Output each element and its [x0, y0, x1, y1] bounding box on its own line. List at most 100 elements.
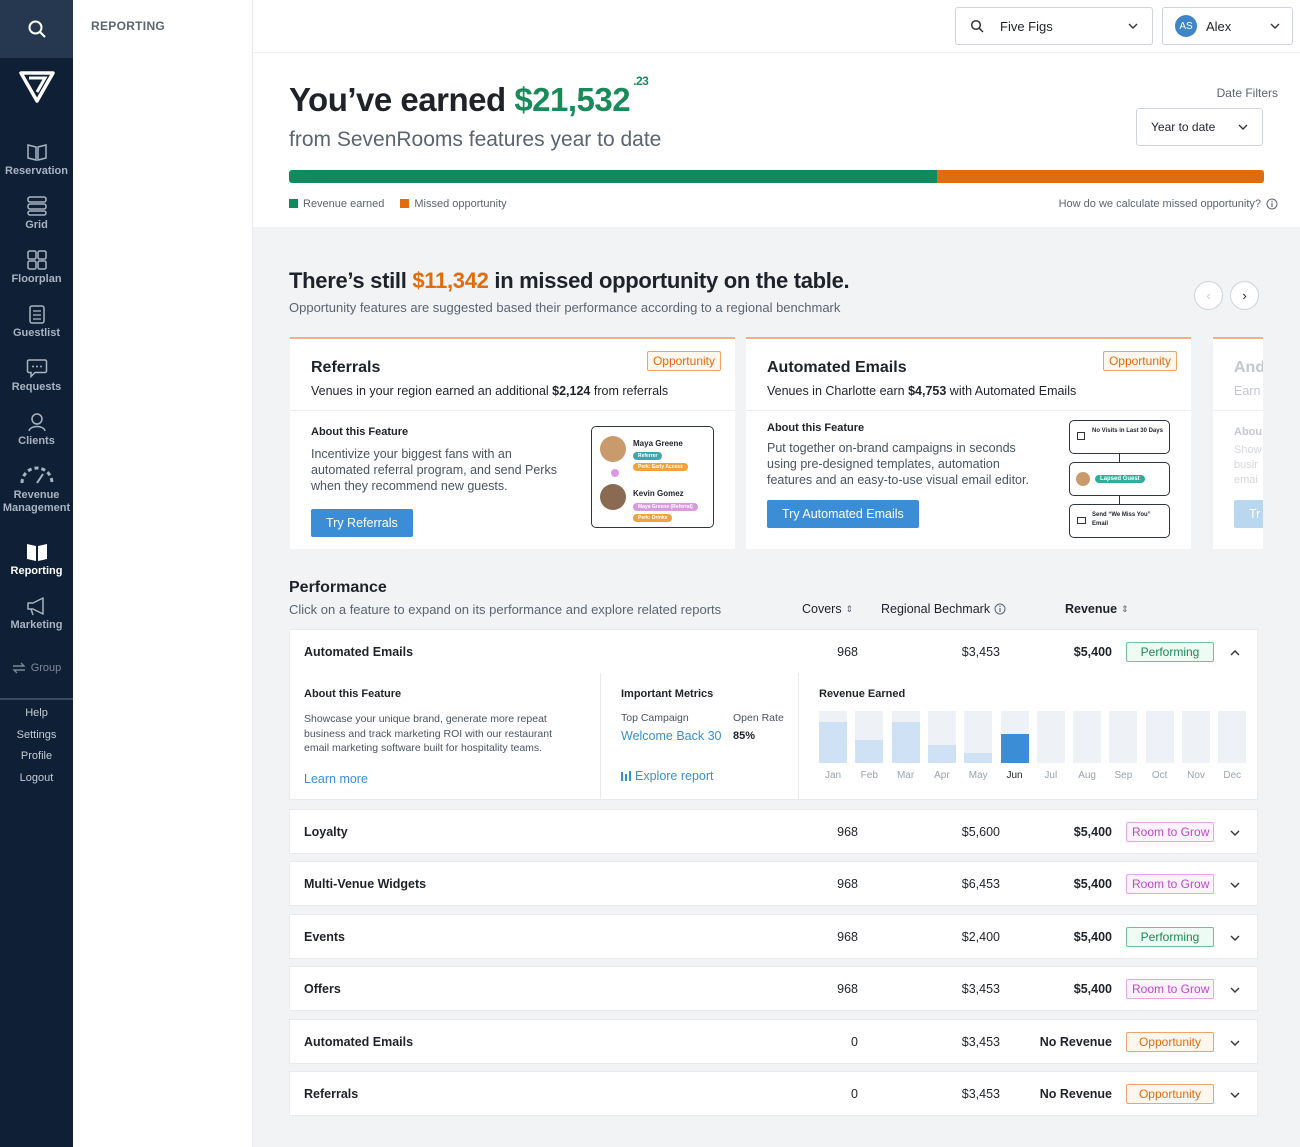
- try-feature-button[interactable]: Tr: [1234, 500, 1263, 528]
- month-bar[interactable]: [1218, 711, 1247, 763]
- detail-revenue-chart: Revenue Earned Jan Feb Mar Apr May Jun Jul Aug S…: [799, 673, 1258, 800]
- chevron-up-icon[interactable]: [1230, 645, 1240, 659]
- try-automated-emails-button[interactable]: Try Automated Emails: [767, 500, 919, 528]
- earnings-subtitle: from SevenRooms features year to date: [289, 128, 662, 151]
- chevron-down-icon[interactable]: [1230, 1087, 1240, 1101]
- sidebar-item-label: Reporting: [10, 565, 63, 577]
- floorplan-icon: [26, 250, 47, 270]
- sidebar-item-label: Requests: [11, 381, 62, 393]
- opportunity-prefix: There’s still: [289, 268, 413, 293]
- revenue-progress-bar: [289, 170, 1264, 183]
- month-bar[interactable]: [891, 711, 920, 763]
- sidebar-item-marketing[interactable]: Marketing: [0, 596, 73, 631]
- sidebar-search-button[interactable]: [0, 0, 73, 58]
- about-label: Abou: [1234, 426, 1263, 438]
- sidebar-link-logout[interactable]: Logout: [0, 772, 73, 784]
- sidebar-item-label: Clients: [18, 435, 55, 447]
- tag-list: Maya Greene (Referral): [633, 501, 698, 511]
- month-bar[interactable]: [1073, 711, 1102, 763]
- about-label: About this Feature: [304, 688, 402, 700]
- monthly-revenue-bars: Jan Feb Mar Apr May Jun Jul Aug Sep Oct Nov Dec: [819, 711, 1247, 791]
- month-bar[interactable]: [819, 711, 847, 763]
- benchmark-value: $5,600: [961, 824, 1000, 839]
- month-bar[interactable]: [1000, 711, 1029, 763]
- performance-title: Performance: [289, 579, 387, 596]
- about-text: Put together on-brand campaigns in secon…: [767, 441, 1029, 487]
- sidebar-link-profile[interactable]: Profile: [0, 750, 73, 762]
- sidebar-item-label: Revenue Management: [2, 489, 71, 514]
- table-row[interactable]: Multi-Venue Widgets 968 $6,453 $5,400 Room t…: [289, 861, 1258, 906]
- sidebar-link-settings[interactable]: Settings: [0, 729, 73, 741]
- month-bar[interactable]: [1145, 711, 1174, 763]
- carousel-next-button[interactable]: ›: [1230, 281, 1259, 310]
- chevron-down-icon[interactable]: [1230, 930, 1240, 944]
- column-header-covers[interactable]: Covers ⇕: [802, 602, 853, 616]
- sidebar-item-revenue-management[interactable]: Revenue Management: [0, 466, 73, 515]
- user-menu[interactable]: AS Alex: [1162, 7, 1293, 45]
- flow-step-segment: Lapsed Guest: [1069, 462, 1170, 496]
- secondary-nav: REPORTING: [73, 0, 253, 1147]
- sidebar-item-grid[interactable]: Grid: [0, 196, 73, 231]
- benchmark-value: $3,453: [961, 1034, 1000, 1049]
- sidebar-link-help[interactable]: Help: [0, 707, 73, 719]
- try-referrals-button[interactable]: Try Referrals: [311, 509, 413, 537]
- help-link-label: How do we calculate missed opportunity?: [1058, 198, 1261, 210]
- covers-value: 968: [837, 644, 858, 659]
- status-badge: Opportunity: [1126, 1083, 1214, 1104]
- explore-report-link[interactable]: Explore report: [621, 769, 714, 783]
- table-row[interactable]: Referrals 0 $3,453 No Revenue Opportunity: [289, 1071, 1258, 1116]
- revenue-value: No Revenue: [1039, 1034, 1112, 1049]
- sidebar-item-reservation[interactable]: Reservation: [0, 142, 73, 177]
- earned-cents: .23: [633, 74, 649, 88]
- month-label: May: [968, 770, 988, 781]
- chevron-down-icon[interactable]: [1230, 1035, 1240, 1049]
- flow-step-send: Send “We Miss You” Email: [1069, 504, 1170, 538]
- month-bar[interactable]: [1109, 711, 1138, 763]
- missed-opportunity-help-link[interactable]: How do we calculate missed opportunity?: [1059, 198, 1278, 210]
- month-bar[interactable]: [1182, 711, 1210, 763]
- table-row[interactable]: Automated Emails 968 $3,453 $5,400 Performin…: [289, 629, 1258, 674]
- venue-selector[interactable]: Five Figs: [955, 7, 1153, 45]
- month-bar[interactable]: [964, 711, 993, 763]
- month-label: Nov: [1187, 770, 1205, 781]
- sidebar-group-switch[interactable]: Group: [0, 662, 73, 674]
- table-row[interactable]: Automated Emails 0 $3,453 No Revenue Opportu…: [289, 1019, 1258, 1064]
- table-row[interactable]: Events 968 $2,400 $5,400 Performing: [289, 914, 1258, 959]
- sidebar-item-requests[interactable]: Requests: [0, 358, 73, 393]
- card-header: Referrals Venues in your region earned a…: [290, 339, 735, 411]
- chevron-down-icon[interactable]: [1230, 982, 1240, 996]
- tag: Lapsed Guest: [1095, 475, 1145, 483]
- chevron-down-icon: [1270, 23, 1280, 29]
- month-bar[interactable]: [927, 711, 956, 763]
- sidebar-item-guestlist[interactable]: Guestlist: [0, 304, 73, 339]
- gauge-icon: [20, 466, 53, 484]
- sidebar-item-label: Marketing: [10, 619, 63, 631]
- feature-name: Referrals: [304, 1086, 359, 1101]
- about-line: busir: [1234, 459, 1258, 471]
- chevron-down-icon[interactable]: [1230, 825, 1240, 839]
- avatar: AS: [1175, 15, 1197, 37]
- sevenrooms-logo[interactable]: [0, 58, 73, 116]
- column-header-benchmark[interactable]: Regional Bechmark: [881, 602, 1006, 616]
- top-campaign-link[interactable]: Welcome Back 30: [621, 729, 722, 743]
- sidebar-item-reporting[interactable]: Reporting: [0, 542, 73, 577]
- card-description: Earn: [1234, 384, 1261, 398]
- sidebar-item-clients[interactable]: Clients: [0, 412, 73, 447]
- sidebar-item-floorplan[interactable]: Floorplan: [0, 250, 73, 285]
- table-row[interactable]: Offers 968 $3,453 $5,400 Room to Grow: [289, 966, 1258, 1011]
- benchmark-value: $3,453: [961, 644, 1000, 659]
- swap-icon: [12, 662, 26, 674]
- month-bar[interactable]: [855, 711, 884, 763]
- carousel-prev-button[interactable]: ‹: [1194, 281, 1223, 310]
- status-badge: Room to Grow: [1126, 978, 1214, 999]
- legend-missed: Missed opportunity: [400, 198, 507, 210]
- month-label: Mar: [896, 770, 915, 781]
- month-bar[interactable]: [1036, 711, 1065, 763]
- date-filter-select[interactable]: Year to date: [1136, 108, 1263, 146]
- chevron-down-icon[interactable]: [1230, 877, 1240, 891]
- learn-more-link[interactable]: Learn more: [304, 772, 586, 786]
- flow-step-label: No Visits in Last 30 Days: [1092, 428, 1163, 434]
- status-badge: Opportunity: [646, 351, 721, 371]
- column-header-revenue[interactable]: Revenue ⇕: [1065, 602, 1129, 616]
- table-row[interactable]: Loyalty 968 $5,600 $5,400 Room to Grow: [289, 809, 1258, 854]
